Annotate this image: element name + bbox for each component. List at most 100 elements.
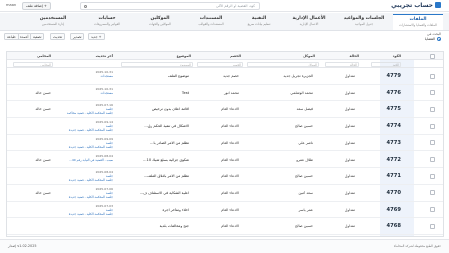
col-client[interactable]: الموكل xyxy=(255,54,315,58)
case-lawyer: حسن خالد xyxy=(35,90,51,95)
case-status: متداول xyxy=(344,207,355,212)
case-status: متداول xyxy=(344,90,355,95)
case-status: متداول xyxy=(344,124,355,129)
app-title: حساب تجريبي xyxy=(391,2,441,9)
export-button[interactable]: تصدير xyxy=(70,33,85,40)
table-row[interactable]: 4769 متداول عمر ياسر الادعاء العام اخلاء… xyxy=(7,202,443,219)
col-lawyer[interactable]: المحامي xyxy=(11,54,51,58)
update-detail[interactable]: جلسة المحكمة الكلية - قضية جديدة xyxy=(57,128,113,132)
filter-opponent[interactable]: الخصم xyxy=(197,61,243,67)
case-opponent: الادعاء العام xyxy=(221,224,239,229)
nav-files[interactable]: الملفات الملفات والقضايا والاستشارات xyxy=(393,14,443,30)
update-link[interactable]: مستجدات xyxy=(57,91,113,95)
nav-admin-work[interactable]: الأعمال الإدارية الاعمال الإدارية xyxy=(283,14,335,30)
case-status: متداول xyxy=(344,74,355,78)
case-code[interactable]: 4775 xyxy=(371,106,401,112)
add-file-button[interactable]: + إضافة ملف xyxy=(22,2,51,10)
top-bar: حساب تجريبي كود، القضية او الرقم الآلي +… xyxy=(0,0,449,12)
col-opponent[interactable]: الخصم xyxy=(201,54,241,58)
row-checkbox[interactable] xyxy=(430,190,435,196)
refresh-button[interactable]: تحديث xyxy=(50,33,66,40)
case-client: عمر ياسر xyxy=(298,207,313,212)
update-detail[interactable]: جلسة المحكمة الكلية - قضية جديدة xyxy=(57,212,113,216)
nav-sessions[interactable]: الجلسات والمواعيد جدول المواعيد xyxy=(337,14,391,30)
update-detail[interactable]: جلسة المحكمة الكلية - قضية جديدة xyxy=(57,145,113,149)
case-subject: تظلم من الامر باغلاق الملف... xyxy=(143,174,189,179)
nav-documents[interactable]: المستندات المستندات والقوالب xyxy=(187,14,235,30)
row-checkbox[interactable] xyxy=(430,223,435,229)
case-status: متداول xyxy=(344,157,355,162)
table-row[interactable]: 4776 متداول محمد الوشلمي محمد انور Test … xyxy=(7,85,443,102)
row-checkbox[interactable] xyxy=(430,73,435,79)
case-opponent: الادعاء العام xyxy=(221,107,239,112)
update-detail[interactable]: جلسة المحكمة الكلية - قضية محاكمة xyxy=(57,111,113,115)
table-row[interactable]: 4770 متداول سعد أمين الادعاء العام اعلية… xyxy=(7,185,443,202)
table-row[interactable]: 4779 متداول الجزيرة تجريل جديد خصم جديد … xyxy=(7,68,443,85)
row-checkbox[interactable] xyxy=(430,140,435,146)
row-checkbox[interactable] xyxy=(430,207,435,213)
filter-button[interactable]: تصفية xyxy=(30,33,45,40)
col-status[interactable]: الحالة xyxy=(329,54,359,58)
case-code[interactable]: 4772 xyxy=(371,157,401,163)
filter-subject[interactable]: الموضوع xyxy=(121,61,193,67)
search-input[interactable]: كود، القضية او الرقم الآلي xyxy=(80,2,260,10)
filter-lawyer[interactable]: المحامي xyxy=(13,61,53,67)
case-opponent: الادعاء العام xyxy=(221,174,239,179)
case-opponent: خصم جديد xyxy=(223,74,239,78)
case-client: طلال عمرو xyxy=(296,157,313,162)
case-code[interactable]: 4771 xyxy=(371,173,401,179)
columns-button[interactable]: أعمدة xyxy=(17,33,32,40)
case-code[interactable]: 4768 xyxy=(371,223,401,229)
table-row[interactable]: 4775 متداول فيصل سعد الادعاء العام اقامة… xyxy=(7,101,443,119)
case-code[interactable]: 4779 xyxy=(371,73,401,79)
case-subject: جنح ومخالفات بلدية xyxy=(159,224,189,229)
case-subject: اقامة اعلان بدون ترخيص xyxy=(152,107,189,112)
radio-icon[interactable] xyxy=(437,37,441,41)
case-client: حسين صالح xyxy=(295,224,313,229)
app-logo-icon xyxy=(435,2,441,8)
col-code[interactable]: الكود xyxy=(371,54,401,58)
case-code[interactable]: 4770 xyxy=(371,190,401,196)
row-checkbox[interactable] xyxy=(430,106,435,112)
search-icon[interactable] xyxy=(84,5,87,8)
case-status: متداول xyxy=(344,140,355,145)
update-detail[interactable]: جلسة المحكمة الكلية - قضية جديدة xyxy=(57,178,113,182)
filter-row: الكود الحالة الموكل الخصم الموضوع المحام… xyxy=(7,60,443,68)
nav-accounts[interactable]: حسابات الفواتير والمصروفات xyxy=(81,14,133,30)
filter-client[interactable]: الموكل xyxy=(247,61,319,67)
nav-clients[interactable]: الموكلين الموكلين والجهات xyxy=(135,14,185,30)
row-checkbox[interactable] xyxy=(430,173,435,179)
case-status: متداول xyxy=(344,224,355,229)
case-subject: شكوى جزائية بسلع شيك 10... xyxy=(143,157,189,162)
case-code[interactable]: 4769 xyxy=(371,207,401,213)
nav-tech[interactable]: الثقنية تنظيم بيانات سريع xyxy=(237,14,281,30)
select-all-checkbox[interactable] xyxy=(430,53,435,59)
new-button[interactable]: + جديد xyxy=(88,33,105,40)
table-row[interactable]: 4774 متداول حسين صالح الادعاء العام الاش… xyxy=(7,118,443,135)
table-row[interactable]: 4771 متداول حسين صالح الادعاء العام تظلم… xyxy=(7,168,443,185)
case-opponent: الادعاء العام xyxy=(221,190,239,195)
nav-users[interactable]: المستخدمين إدارة المستخدمين xyxy=(27,14,79,30)
user-menu[interactable]: maan xyxy=(6,3,16,7)
row-checkbox[interactable] xyxy=(430,90,435,96)
filter-code[interactable]: الكود xyxy=(371,61,401,67)
search-scope-radio[interactable]: القضايا xyxy=(425,37,441,41)
table-row[interactable]: 4773 متداول ناصر علي الادعاء العام تظلم … xyxy=(7,135,443,152)
update-link[interactable]: مستجدات xyxy=(57,74,113,78)
row-checkbox[interactable] xyxy=(430,157,435,162)
table-row[interactable]: 4768 متداول حسين صالح الادعاء العام جنح … xyxy=(7,218,443,235)
case-client: سعد أمين xyxy=(298,190,313,195)
case-code[interactable]: 4773 xyxy=(371,140,401,146)
filter-status[interactable]: الحالة xyxy=(325,61,359,67)
case-code[interactable]: 4774 xyxy=(371,123,401,129)
row-checkbox[interactable] xyxy=(430,123,435,129)
col-subject[interactable]: الموضوع xyxy=(131,54,191,58)
update-detail[interactable]: جلسة المحكمة الكلية - قضية جديدة xyxy=(57,195,113,199)
case-code[interactable]: 4776 xyxy=(371,90,401,96)
case-client: ناصر علي xyxy=(298,140,313,145)
col-last-update[interactable]: آخر تحديث xyxy=(73,54,113,58)
table-row[interactable]: 4772 متداول طلال عمرو الادعاء العام شكوى… xyxy=(7,152,443,169)
print-button[interactable]: طباعة xyxy=(4,33,19,40)
case-client: حسين صالح xyxy=(295,124,313,129)
update-link[interactable]: سبب - القضية في النيابة رقم 40... xyxy=(57,158,113,162)
